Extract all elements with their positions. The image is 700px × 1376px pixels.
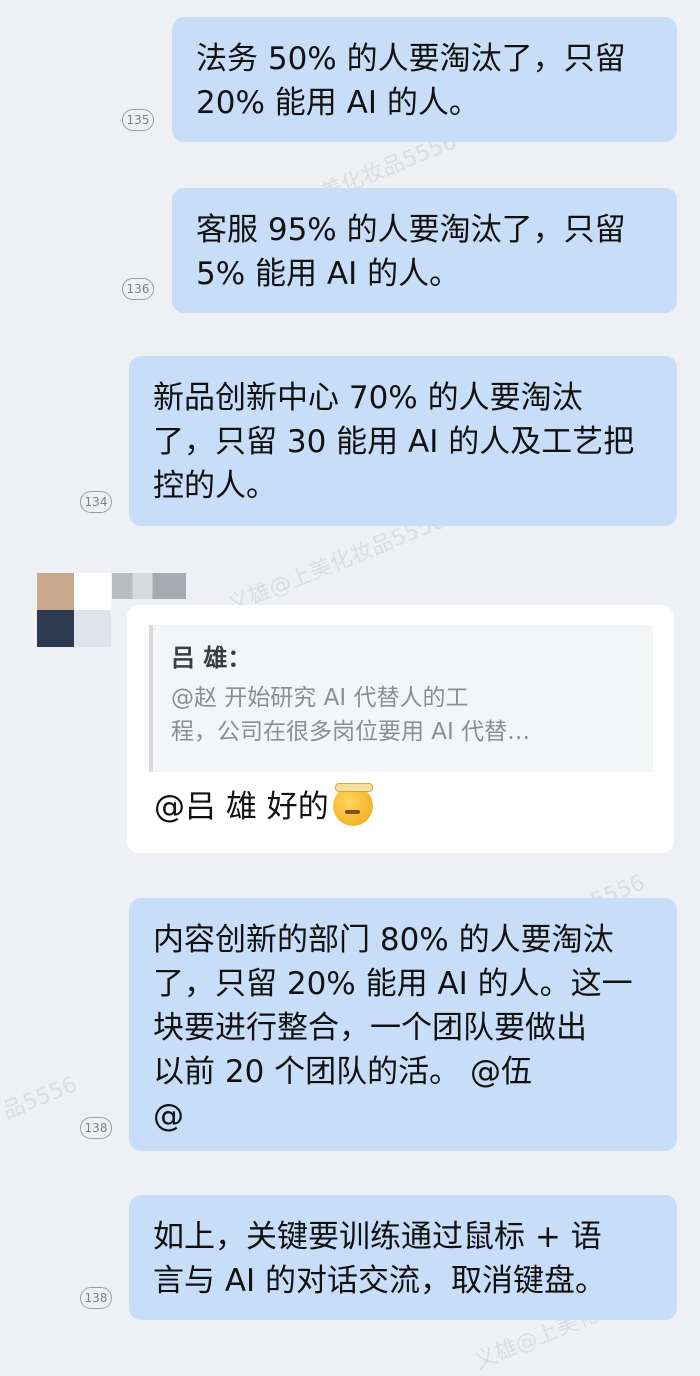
reply-text: @吕 雄 好的 bbox=[154, 789, 329, 825]
read-count-badge: 135 bbox=[122, 109, 154, 131]
message-bubble[interactable]: 法务 50% 的人要淘汰了，只留 20% 能用 AI 的人。 bbox=[172, 17, 677, 142]
quote-author: 吕 雄： bbox=[171, 644, 252, 672]
read-count-badge: 138 bbox=[80, 1287, 112, 1309]
message-bubble[interactable]: 如上，关键要训练通过鼠标 + 语 言与 AI 的对话交流，取消键盘。 bbox=[129, 1195, 677, 1320]
message-bubble[interactable]: 客服 95% 的人要淘汰了，只留 5% 能用 AI 的人。 bbox=[172, 188, 677, 313]
thinking-face-icon bbox=[332, 783, 373, 826]
message-bubble[interactable]: 内容创新的部门 80% 的人要淘汰 了，只留 20% 能用 AI 的人。这一 块… bbox=[129, 898, 677, 1151]
quote-text: @赵 开始研究 AI 代替人的工 程，公司在很多岗位要用 AI 代替… bbox=[171, 685, 531, 745]
watermark: 品5556 bbox=[0, 1072, 81, 1125]
reply-text-row: @吕 雄 好的 bbox=[154, 783, 373, 829]
avatar[interactable] bbox=[37, 573, 111, 647]
sender-name-blurred bbox=[112, 573, 186, 599]
read-count-badge: 136 bbox=[122, 278, 154, 300]
read-count-badge: 138 bbox=[80, 1117, 112, 1139]
message-bubble[interactable]: 新品创新中心 70% 的人要淘汰 了，只留 30 能用 AI 的人及工艺把 控的… bbox=[129, 356, 677, 526]
quoted-message[interactable]: 吕 雄： @赵 开始研究 AI 代替人的工 程，公司在很多岗位要用 AI 代替… bbox=[149, 625, 653, 772]
read-count-badge: 134 bbox=[80, 491, 112, 513]
